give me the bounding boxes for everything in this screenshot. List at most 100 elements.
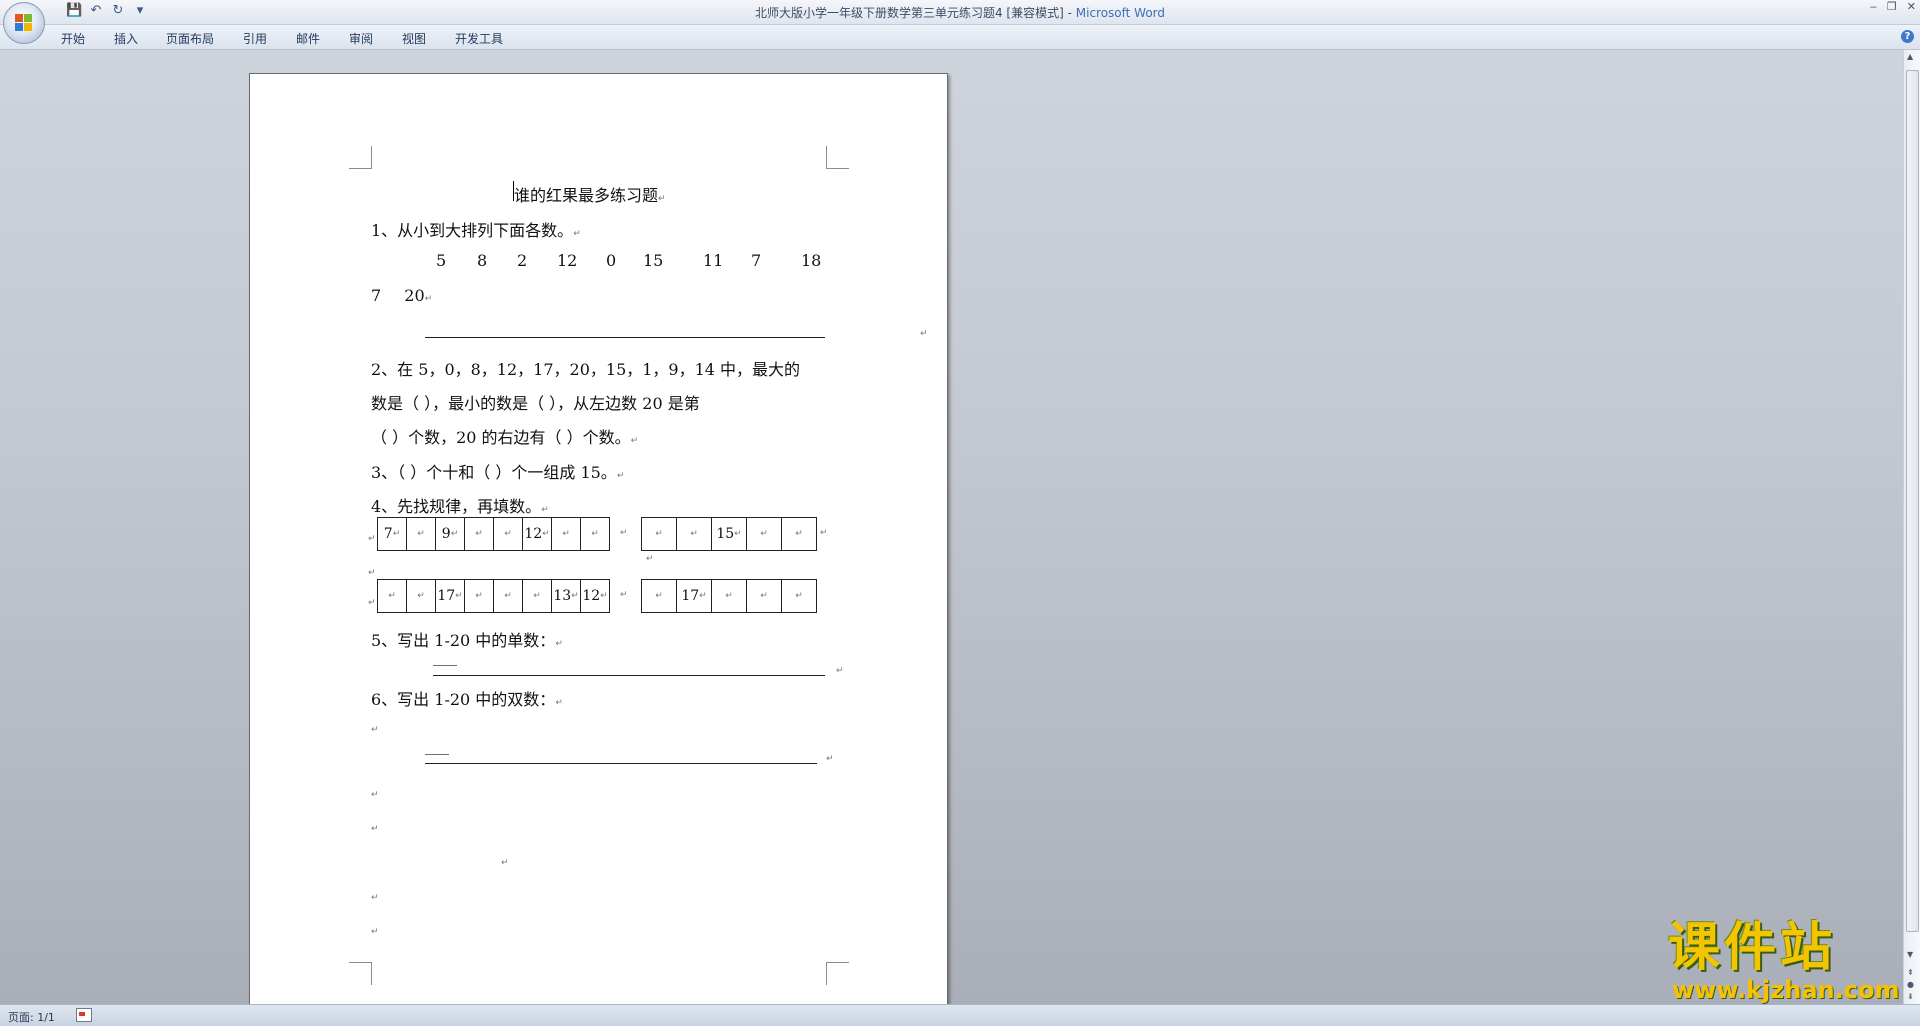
grid-cell[interactable]: ↵ [746,579,782,613]
number-item: 0 [606,251,617,270]
grid-cell[interactable]: 17↵ [676,579,712,613]
paragraph-mark: ↵ [371,927,379,937]
number-item: 2 [517,251,528,270]
question-2-line-1: 2、在 5，0，8，12，17，20，15，1，9，14 中，最大的 [371,360,801,379]
document-page[interactable]: 谁的红果最多练习题↵ 1、从小到大排列下面各数。↵ 5 8 2 12 0 15 … [249,73,948,1015]
answer-line[interactable] [425,337,825,338]
tab-review[interactable]: 审阅 [349,30,373,47]
status-bar: 页面: 1/1 [0,1004,1920,1026]
answer-line[interactable] [425,763,817,764]
ribbon-tabs: 开始 插入 页面布局 引用 邮件 审阅 视图 开发工具 ? [0,25,1920,50]
number-item: 8 [477,251,488,270]
paragraph-mark: ↵ [920,329,928,339]
tab-mailings[interactable]: 邮件 [296,30,320,47]
paragraph-mark: ↵ [371,893,379,903]
grid-cell[interactable]: ↵ [781,579,817,613]
paragraph-mark: ↵ [836,666,844,676]
tab-view[interactable]: 视图 [402,30,426,47]
scroll-down-icon[interactable]: ▼ [1907,950,1913,959]
number-item: 20 [404,286,425,305]
paragraph-mark: ↵ [646,554,654,564]
grid-cell[interactable]: 15↵ [711,517,747,551]
grid-cell[interactable]: ↵ [676,517,712,551]
number-item: 5 [436,251,447,270]
number-item: 18 [801,251,822,270]
question-1: 1、从小到大排列下面各数。↵ [371,221,581,240]
paragraph-mark: ↵ [820,528,828,538]
grid-cell[interactable]: ↵ [711,579,747,613]
document-title: 谁的红果最多练习题↵ [514,186,666,205]
tab-page-layout[interactable]: 页面布局 [166,30,214,47]
grid-cell[interactable]: 17↵ [435,579,465,613]
grid-cell[interactable]: 9↵ [435,517,465,551]
question-6: 6、写出 1-20 中的双数：↵ [371,690,563,709]
number-item: 7 [371,286,382,305]
number-item: 7 [751,251,762,270]
grid-cell[interactable]: ↵ [406,579,436,613]
paragraph-mark: ↵ [826,754,834,764]
proofing-icon[interactable] [76,1008,92,1022]
question-2-line-3: （ ）个数，20 的右边有（ ）个数。↵ [371,428,639,447]
help-icon[interactable]: ? [1901,30,1914,43]
tab-references[interactable]: 引用 [243,30,267,47]
scroll-up-icon[interactable]: ▲ [1907,52,1913,61]
pattern-grid-1: 7↵ ↵ 9↵ ↵ ↵ 12↵ ↵ ↵ [377,517,610,551]
office-logo-icon [15,14,33,32]
number-list-continued: 7 20↵ [371,286,433,305]
paragraph-mark: ↵ [620,528,628,538]
paragraph-mark: ↵ [371,725,379,735]
grid-cell[interactable]: ↵ [522,579,552,613]
grid-cell[interactable]: ↵ [493,517,523,551]
grid-cell[interactable]: ↵ [580,517,610,551]
grid-cell[interactable]: ↵ [464,579,494,613]
tab-insert[interactable]: 插入 [114,30,138,47]
paragraph-mark: ↵ [371,824,379,834]
title-bar: 💾 ↶ ↻ ▾ 北师大版小学一年级下册数学第三单元练习题4 [兼容模式] - M… [0,0,1920,25]
tab-developer[interactable]: 开发工具 [455,30,503,47]
grid-cell[interactable]: 12↵ [580,579,610,613]
scroll-thumb[interactable] [1906,70,1919,932]
grid-cell[interactable]: ↵ [641,579,677,613]
next-page-icon[interactable]: ⇟ [1907,992,1914,1001]
window-controls: ‒ ❐ ✕ [1870,0,1916,13]
grid-cell[interactable]: ↵ [377,579,407,613]
previous-page-icon[interactable]: ⇞ [1907,968,1914,977]
grid-cell[interactable]: ↵ [406,517,436,551]
grid-cell[interactable]: ↵ [746,517,782,551]
grid-cell[interactable]: 13↵ [551,579,581,613]
office-button[interactable] [3,2,45,44]
tab-home[interactable]: 开始 [61,30,85,47]
crop-mark [826,962,849,985]
question-3: 3、（ ）个十和（ ）个一组成 15。↵ [371,463,625,482]
paragraph-mark: ↵ [620,590,628,600]
grid-cell[interactable]: 12↵ [522,517,552,551]
question-5: 5、写出 1-20 中的单数：↵ [371,631,563,650]
watermark-text: 课件站 [1668,918,1837,978]
vertical-scrollbar[interactable]: ▲ ▼ ⇞ ● ⇟ [1903,50,1920,1004]
number-item: 15 [643,251,664,270]
watermark-url: www.kjzhan.com [1672,976,1900,1004]
restore-button[interactable]: ❐ [1887,0,1897,13]
select-browse-object-icon[interactable]: ● [1907,980,1914,989]
grid-cell[interactable]: ↵ [493,579,523,613]
close-button[interactable]: ✕ [1907,0,1916,13]
pattern-grid-3: ↵ ↵ 17↵ ↵ ↵ ↵ 13↵ 12↵ [377,579,610,613]
paragraph-mark: ↵ [371,790,379,800]
window-title: 北师大版小学一年级下册数学第三单元练习题4 [兼容模式] - Microsoft… [0,4,1920,21]
answer-prefix: ___ [425,736,449,755]
app-name: Microsoft Word [1075,6,1166,20]
minimize-button[interactable]: ‒ [1870,0,1877,13]
page-count[interactable]: 页面: 1/1 [8,1009,55,1025]
pattern-grid-4: ↵ 17↵ ↵ ↵ ↵ [641,579,817,613]
grid-cell[interactable]: ↵ [551,517,581,551]
pattern-grid-2: ↵ ↵ 15↵ ↵ ↵ [641,517,817,551]
watermark-logo: 课件站 www.kjzhan.com [1668,918,1900,1004]
grid-cell[interactable]: 7↵ [377,517,407,551]
answer-line[interactable] [433,675,825,676]
number-item: 12 [557,251,578,270]
grid-cell[interactable]: ↵ [464,517,494,551]
grid-cell[interactable]: ↵ [781,517,817,551]
document-title: 北师大版小学一年级下册数学第三单元练习题4 [兼容模式] [754,6,1064,20]
crop-mark [349,146,372,169]
grid-cell[interactable]: ↵ [641,517,677,551]
